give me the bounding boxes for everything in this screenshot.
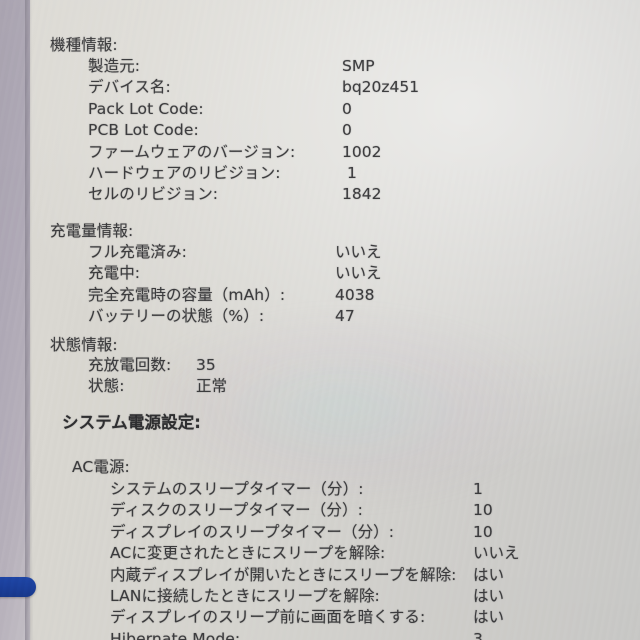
row-value-charge-info-0: いいえ xyxy=(335,243,382,261)
row-label-charge-info-1: 充電中: xyxy=(88,264,141,283)
row-value-ac-power-3: いいえ xyxy=(473,544,520,563)
row-label-ac-power-7: Hibernate Mode: xyxy=(110,629,241,640)
row-label-charge-info-3: バッテリーの状態（%）: xyxy=(88,307,265,326)
section-heading-health-info: 状態情報: xyxy=(50,336,118,354)
row-value-model-info-4: 1002 xyxy=(342,142,382,161)
row-label-model-info-2: Pack Lot Code: xyxy=(88,99,204,118)
row-label-model-info-4: ファームウェアのバージョン: xyxy=(88,142,296,161)
row-label-health-info-0: 充放電回数: xyxy=(88,356,172,374)
row-value-ac-power-6: はい xyxy=(473,608,505,627)
row-label-model-info-6: セルのリビジョン: xyxy=(88,185,219,204)
row-value-ac-power-7: 3 xyxy=(473,629,483,640)
row-label-model-info-3: PCB Lot Code: xyxy=(88,121,199,140)
row-value-ac-power-2: 10 xyxy=(473,522,493,541)
row-value-health-info-0: 35 xyxy=(196,356,216,374)
section-heading-model-info: 機種情報: xyxy=(50,36,118,54)
row-label-ac-power-5: LANに接続したときにスリープを解除: xyxy=(110,587,380,605)
row-label-charge-info-2: 完全充電時の容量（mAh）: xyxy=(88,285,286,304)
row-label-ac-power-0: システムのスリープタイマー（分）: xyxy=(110,480,364,498)
row-value-health-info-1: 正常 xyxy=(196,377,228,396)
row-value-model-info-0: SMP xyxy=(342,57,375,75)
row-value-model-info-1: bq20z451 xyxy=(342,78,420,97)
row-label-ac-power-1: ディスクのスリープタイマー（分）: xyxy=(110,501,363,520)
row-value-ac-power-4: はい xyxy=(473,565,505,584)
row-label-ac-power-3: ACに変更されたときにスリープを解除: xyxy=(110,544,386,563)
row-value-charge-info-1: いいえ xyxy=(335,264,382,283)
row-label-charge-info-0: フル充電済み: xyxy=(88,243,187,261)
power-report-content: 機種情報: 製造元: SMP デバイス名: bq20z451 Pack Lot Code:… xyxy=(0,0,640,640)
row-label-health-info-1: 状態: xyxy=(88,377,125,396)
row-label-ac-power-4: 内蔵ディスプレイが開いたときにスリープを解除: xyxy=(110,565,457,584)
row-label-model-info-1: デバイス名: xyxy=(88,78,171,97)
row-value-model-info-3: 0 xyxy=(342,121,352,140)
row-label-ac-power-6: ディスプレイのスリープ前に画面を暗くする: xyxy=(110,608,426,627)
row-value-charge-info-2: 4038 xyxy=(335,285,375,304)
row-value-model-info-5: 1 xyxy=(347,164,357,182)
section-heading-system-power-settings: システム電源設定: xyxy=(62,413,202,432)
row-value-charge-info-3: 47 xyxy=(335,307,355,326)
section-heading-charge-info: 充電量情報: xyxy=(50,222,134,240)
row-label-model-info-5: ハードウェアのリビジョン: xyxy=(88,164,281,182)
row-value-model-info-2: 0 xyxy=(342,99,352,118)
screenshot-root: 機種情報: 製造元: SMP デバイス名: bq20z451 Pack Lot Code:… xyxy=(0,0,640,640)
row-value-ac-power-1: 10 xyxy=(473,501,493,520)
section-heading-ac-power: AC電源: xyxy=(72,458,130,476)
row-label-ac-power-2: ディスプレイのスリープタイマー（分）: xyxy=(110,522,395,541)
row-label-model-info-0: 製造元: xyxy=(88,57,141,75)
row-value-ac-power-5: はい xyxy=(473,587,505,605)
row-value-ac-power-0: 1 xyxy=(473,480,483,498)
row-value-model-info-6: 1842 xyxy=(342,185,382,204)
